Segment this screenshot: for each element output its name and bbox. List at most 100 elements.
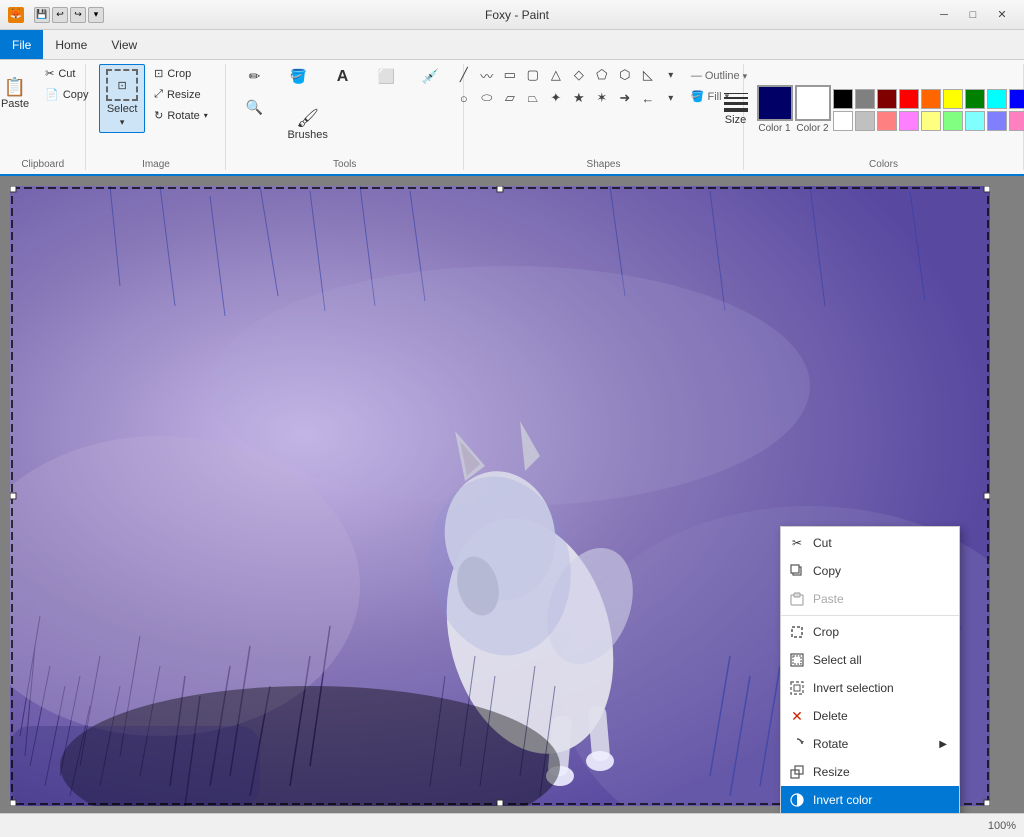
- shapes-content: ╱ 〰 ▭ ▢ △ ◇ ⬠ ⬡ ◺ ▾ ○ ⬭ ▱ ⏢ ✦ ★: [453, 64, 754, 155]
- swatch-lightyellow[interactable]: [921, 111, 941, 131]
- line-shape[interactable]: ╱: [453, 64, 475, 86]
- trapezoid-shape[interactable]: ⏢: [522, 87, 544, 109]
- right-tri-shape[interactable]: ◺: [637, 64, 659, 86]
- undo-btn[interactable]: ↩: [52, 7, 68, 23]
- swatch-blue[interactable]: [1009, 89, 1024, 109]
- size-button[interactable]: Size: [717, 88, 755, 131]
- image-group: ⊡ Select ▾ ⊡ Crop ⤢ Resize ↻ Rotate ▾: [86, 64, 226, 170]
- ctx-rotate-arrow: ▶: [939, 739, 947, 750]
- hexagon-shape[interactable]: ⬡: [614, 64, 636, 86]
- close-button[interactable]: ✕: [988, 3, 1016, 27]
- resize-button[interactable]: ⤢ Resize: [149, 85, 213, 104]
- menu-view[interactable]: View: [99, 30, 149, 59]
- ctx-paste: Paste: [781, 585, 959, 613]
- color1-swatch[interactable]: [757, 85, 793, 121]
- maximize-button[interactable]: □: [959, 3, 987, 27]
- quick-access-more[interactable]: ▾: [88, 7, 104, 23]
- eyedropper-icon: 💉: [422, 69, 439, 83]
- parallelogram-shape[interactable]: ▱: [499, 87, 521, 109]
- ctx-cut[interactable]: ✂ Cut: [781, 529, 959, 557]
- size-line3: [724, 102, 748, 105]
- status-bar: 100%: [0, 813, 1024, 837]
- select-button[interactable]: ⊡ Select ▾: [99, 64, 145, 133]
- ctx-delete-icon: ✕: [789, 708, 805, 724]
- more-shapes2[interactable]: ▾: [660, 87, 682, 109]
- diamond-shape[interactable]: ◇: [568, 64, 590, 86]
- fill-tool-button[interactable]: 🪣: [278, 64, 318, 88]
- resize-svg-icon: [790, 765, 804, 779]
- swatch-darkred[interactable]: [877, 89, 897, 109]
- swatch-orange[interactable]: [921, 89, 941, 109]
- ctx-copy[interactable]: Copy: [781, 557, 959, 585]
- menu-file[interactable]: File: [0, 30, 43, 59]
- menu-home[interactable]: Home: [43, 30, 99, 59]
- swatch-black[interactable]: [833, 89, 853, 109]
- swatch-lightred[interactable]: [877, 111, 897, 131]
- swatch-pink[interactable]: [899, 111, 919, 131]
- swatch-lightgreen[interactable]: [943, 111, 963, 131]
- swatch-cyan[interactable]: [987, 89, 1007, 109]
- ctx-delete[interactable]: ✕ Delete: [781, 702, 959, 730]
- swatch-lightgray[interactable]: [855, 111, 875, 131]
- more-shapes[interactable]: ▾: [660, 64, 682, 86]
- star4-shape[interactable]: ✦: [545, 87, 567, 109]
- eyedropper-button[interactable]: 💉: [410, 64, 450, 88]
- ctx-select-all-icon: [789, 652, 805, 668]
- ctx-crop[interactable]: Crop: [781, 618, 959, 646]
- clipboard-group: 📋 Paste ✂ Cut 📄 Copy Clipboard: [0, 64, 86, 170]
- swatch-lightblue[interactable]: [987, 111, 1007, 131]
- zoom-button[interactable]: 🔍: [234, 95, 274, 119]
- eraser-button[interactable]: ⬜: [366, 64, 406, 88]
- star6-shape[interactable]: ✶: [591, 87, 613, 109]
- brushes-button[interactable]: 🖌 Brushes: [278, 95, 336, 155]
- text-button[interactable]: A: [322, 64, 362, 90]
- swatch-green[interactable]: [965, 89, 985, 109]
- ctx-crop-icon: [789, 624, 805, 640]
- image-col: ⊡ Crop ⤢ Resize ↻ Rotate ▾: [149, 64, 213, 125]
- star5-shape[interactable]: ★: [568, 87, 590, 109]
- redo-btn[interactable]: ↪: [70, 7, 86, 23]
- ctx-rotate-icon: [789, 736, 805, 752]
- canvas-area[interactable]: ✂ Cut Copy Paste: [0, 176, 1024, 813]
- cut-icon: ✂: [45, 67, 54, 80]
- ellipse-shape[interactable]: ○: [453, 87, 475, 109]
- crop-icon: ⊡: [154, 67, 163, 80]
- triangle-shape[interactable]: △: [545, 64, 567, 86]
- ctx-invert-selection[interactable]: Invert selection: [781, 674, 959, 702]
- tools-content: ✏ 🪣 A ⬜ 💉 🔍 🖌 Brushes: [234, 64, 455, 155]
- ctx-rotate[interactable]: Rotate ▶: [781, 730, 959, 758]
- swatch-red[interactable]: [899, 89, 919, 109]
- swatch-white[interactable]: [833, 111, 853, 131]
- oval-shape[interactable]: ⬭: [476, 87, 498, 109]
- arrow-left-shape[interactable]: ←: [637, 87, 659, 109]
- paste-button[interactable]: 📋 Paste: [0, 64, 38, 124]
- size-lines: [724, 93, 748, 112]
- brushes-icon: 🖌: [296, 109, 319, 127]
- swatch-lightcyan[interactable]: [965, 111, 985, 131]
- arrow-right-shape[interactable]: ➜: [614, 87, 636, 109]
- rect-shape[interactable]: ▭: [499, 64, 521, 86]
- pencil-icon: ✏: [249, 69, 261, 83]
- rotate-arrow: ▾: [204, 111, 208, 120]
- ctx-paste-icon: [789, 591, 805, 607]
- size-line4: [724, 108, 748, 112]
- crop-button[interactable]: ⊡ Crop: [149, 64, 213, 83]
- ctx-invert-color[interactable]: Invert color: [781, 786, 959, 813]
- ctx-resize[interactable]: Resize: [781, 758, 959, 786]
- rounded-rect-shape[interactable]: ▢: [522, 64, 544, 86]
- color2-swatch[interactable]: [795, 85, 831, 121]
- curve-shape[interactable]: 〰: [476, 64, 498, 86]
- swatch-yellow[interactable]: [943, 89, 963, 109]
- paste-icon: 📋: [4, 78, 26, 96]
- pencil-button[interactable]: ✏: [234, 64, 274, 88]
- colors-label: Colors: [869, 159, 898, 170]
- rotate-button[interactable]: ↻ Rotate ▾: [149, 106, 213, 125]
- swatch-gray[interactable]: [855, 89, 875, 109]
- pentagon-shape[interactable]: ⬠: [591, 64, 613, 86]
- ctx-invert-sel-icon: [789, 680, 805, 696]
- ctx-select-all[interactable]: Select all: [781, 646, 959, 674]
- status-zoom: 100%: [988, 820, 1016, 832]
- save-btn[interactable]: 💾: [34, 7, 50, 23]
- swatch-rosepink[interactable]: [1009, 111, 1024, 131]
- minimize-button[interactable]: ─: [930, 3, 958, 27]
